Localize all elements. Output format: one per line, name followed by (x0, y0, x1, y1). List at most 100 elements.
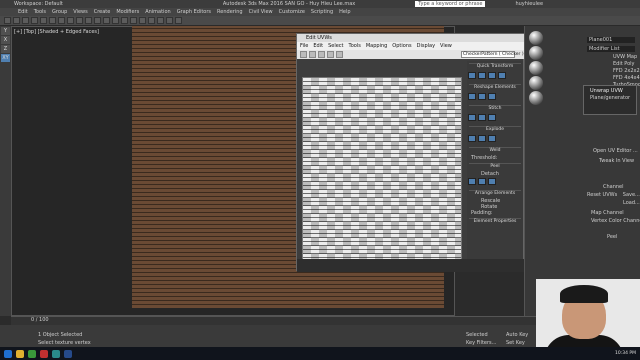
menu-scripting[interactable]: Scripting (311, 9, 333, 15)
object-name-field[interactable]: Plane001 (587, 37, 635, 43)
media-icon[interactable] (40, 350, 48, 358)
axis-xy-button[interactable]: XY (1, 54, 10, 62)
flatten-icon[interactable] (488, 135, 496, 142)
start-icon[interactable] (4, 350, 12, 358)
open-uv-editor-button[interactable]: Open UV Editor ... (593, 148, 640, 154)
menu-create[interactable]: Create (94, 9, 111, 15)
mod-btn-uvw-map[interactable]: UVW Map (613, 54, 640, 60)
peel-mode-icon[interactable] (488, 178, 496, 185)
stack-item-plane[interactable]: Plane/generator (584, 94, 636, 101)
align-center-icon[interactable] (488, 72, 496, 79)
photoshop-icon[interactable] (64, 350, 72, 358)
pin-icon[interactable] (468, 178, 476, 185)
axis-y-button[interactable]: Y (1, 27, 10, 35)
uvw-move-icon[interactable] (300, 51, 307, 58)
uvw-menu-select[interactable]: Select (328, 42, 343, 50)
mod-btn-ffd222[interactable]: FFD 2x2x2 (613, 68, 640, 74)
schematic-icon[interactable] (139, 17, 146, 24)
uvw-menu-file[interactable]: File (300, 42, 308, 50)
section-stitch[interactable]: Stitch (469, 105, 521, 111)
uvw-menu-tools[interactable]: Tools (349, 42, 361, 50)
map-channel-radio[interactable]: Map Channel (591, 210, 640, 216)
peel-header[interactable]: Peel (607, 234, 640, 240)
section-explode[interactable]: Explode (469, 126, 521, 132)
menu-civil-view[interactable]: Civil View (249, 9, 273, 15)
menu-tools[interactable]: Tools (34, 9, 46, 15)
layer-icon[interactable] (121, 17, 128, 24)
menu-group[interactable]: Group (52, 9, 67, 15)
uvw-menu-view[interactable]: View (440, 42, 452, 50)
unpin-icon[interactable] (478, 178, 486, 185)
tweak-in-view-button[interactable]: Tweak In View (599, 158, 640, 164)
modifier-list-dropdown[interactable]: Modifier List (587, 46, 635, 52)
user-label[interactable]: huyhieulee (515, 1, 543, 7)
straighten-icon[interactable] (468, 93, 476, 100)
uvw-menu-edit[interactable]: Edit (313, 42, 323, 50)
menu-rendering[interactable]: Rendering (217, 9, 243, 15)
redo-icon[interactable] (13, 17, 20, 24)
3dsmax-icon[interactable] (52, 350, 60, 358)
workspace-label[interactable]: Workspace: Default (14, 1, 63, 7)
menu-graph-editors[interactable]: Graph Editors (177, 9, 211, 15)
uvw-freeform-icon[interactable] (327, 51, 334, 58)
relax-settings-icon[interactable] (488, 93, 496, 100)
scale-icon[interactable] (76, 17, 83, 24)
uvw-rotate-icon[interactable] (309, 51, 316, 58)
selected-set-dropdown[interactable]: Selected (466, 332, 488, 338)
menu-help[interactable]: Help (339, 9, 350, 15)
uvw-menu-mapping[interactable]: Mapping (366, 42, 387, 50)
uvw-menu-display[interactable]: Display (417, 42, 435, 50)
render-setup-icon[interactable] (157, 17, 164, 24)
browser-icon[interactable] (28, 350, 36, 358)
rotate-icon[interactable] (67, 17, 74, 24)
stitch-custom-icon[interactable] (468, 114, 476, 121)
timeline[interactable]: 0 / 100 (11, 316, 536, 325)
section-reshape-elements[interactable]: Reshape Elements (469, 84, 521, 90)
vertex-color-radio[interactable]: Vertex Color Channel (591, 218, 640, 224)
undo-icon[interactable] (4, 17, 11, 24)
link-icon[interactable] (22, 17, 29, 24)
select-icon[interactable] (40, 17, 47, 24)
select-by-name-icon[interactable] (49, 17, 56, 24)
angle-snap-icon[interactable] (94, 17, 101, 24)
uv-editor-canvas[interactable] (302, 77, 462, 271)
keyfilters-button[interactable]: Key Filters... (466, 340, 496, 346)
uvw-scale-icon[interactable] (318, 51, 325, 58)
unlink-icon[interactable] (31, 17, 38, 24)
stitch-target-icon[interactable] (478, 114, 486, 121)
section-weld[interactable]: Weld (469, 147, 521, 153)
channel-header[interactable]: Channel (603, 184, 640, 190)
render-frame-icon[interactable] (166, 17, 173, 24)
material-sphere[interactable] (529, 91, 543, 105)
uvw-mirror-icon[interactable] (336, 51, 343, 58)
snap-icon[interactable] (85, 17, 92, 24)
material-sphere[interactable] (529, 46, 543, 60)
align-y-icon[interactable] (478, 72, 486, 79)
axis-x-button[interactable]: X (1, 36, 10, 44)
material-sphere[interactable] (529, 76, 543, 90)
autokey-button[interactable]: Auto Key (506, 332, 528, 338)
material-editor-icon[interactable] (148, 17, 155, 24)
menu-modifiers[interactable]: Modifiers (116, 9, 139, 15)
menu-views[interactable]: Views (73, 9, 87, 15)
align-edge-icon[interactable] (498, 72, 506, 79)
menu-customize[interactable]: Customize (279, 9, 305, 15)
section-element-properties[interactable]: Element Properties (469, 218, 521, 224)
section-quick-transform[interactable]: Quick Transform (469, 63, 521, 69)
relax-icon[interactable] (478, 93, 486, 100)
detach-icon[interactable] (478, 135, 486, 142)
break-icon[interactable] (468, 135, 476, 142)
move-icon[interactable] (58, 17, 65, 24)
viewport-label[interactable]: [+] [Top] [Shaded + Edged Faces] (14, 29, 99, 35)
align-icon[interactable] (112, 17, 119, 24)
uvw-menu-options[interactable]: Options (392, 42, 411, 50)
material-sphere[interactable] (529, 31, 543, 45)
menu-edit[interactable]: Edit (18, 9, 28, 15)
render-icon[interactable] (175, 17, 182, 24)
save-button[interactable]: Save... (623, 192, 640, 198)
section-arrange-elements[interactable]: Arrange Elements (469, 190, 521, 196)
material-sphere[interactable] (529, 61, 543, 75)
reset-uvws-button[interactable]: Reset UVWs (587, 192, 617, 198)
stitch-source-icon[interactable] (488, 114, 496, 121)
search-input[interactable]: Type a keyword or phrase (415, 1, 485, 7)
